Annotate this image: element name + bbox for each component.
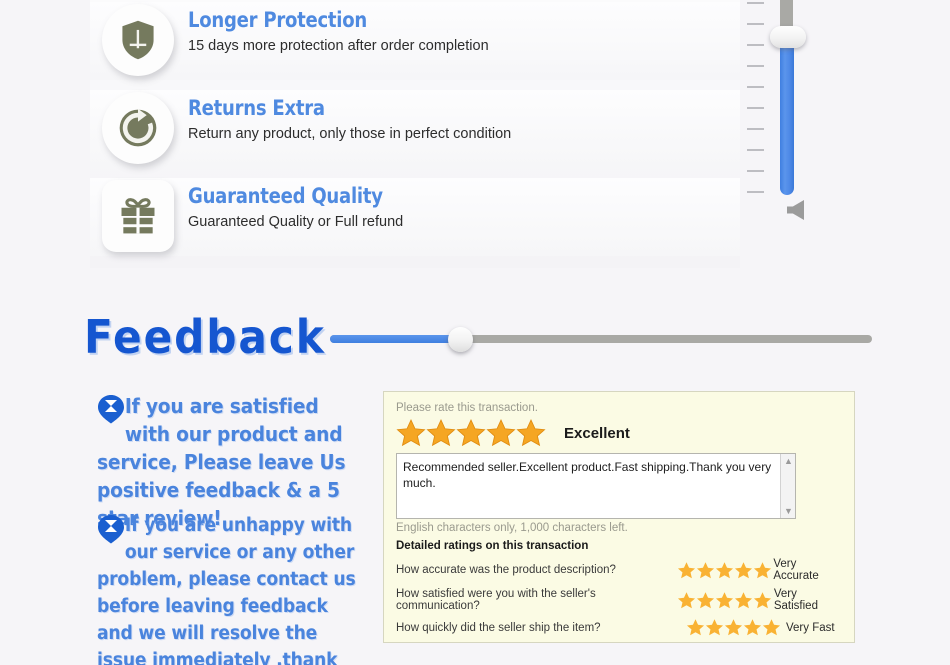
rating-stars[interactable] <box>677 591 774 610</box>
shield-icon <box>102 4 174 76</box>
review-scrollbar[interactable]: ▲ ▼ <box>780 454 795 518</box>
star-icon[interactable] <box>705 618 724 637</box>
guarantee-text-block: Guaranteed Quality Guaranteed Quality or… <box>188 184 728 232</box>
star-icon[interactable] <box>677 561 696 580</box>
feedback-message-negative: If you are unhappy with our service or a… <box>97 512 382 665</box>
overall-rating-label: Excellent <box>564 424 630 442</box>
volume-tick <box>747 23 764 25</box>
chevron-up-icon[interactable]: ▲ <box>781 454 796 468</box>
star-icon[interactable] <box>734 561 753 580</box>
star-icon[interactable] <box>486 418 516 448</box>
character-counter-note: English characters only, 1,000 character… <box>396 522 628 534</box>
feedback-heading: Feedback <box>84 310 326 364</box>
feedback-message-text: If you are satisfied with our product an… <box>97 394 346 530</box>
volume-tick <box>747 2 764 4</box>
volume-tick-marks <box>747 0 771 198</box>
guarantee-band: Longer Protection 15 days more protectio… <box>90 0 740 268</box>
overall-star-rating[interactable]: Excellent <box>396 418 842 448</box>
rating-value-label: Very Fast <box>786 621 835 634</box>
guarantee-title: Longer Protection <box>188 8 367 32</box>
guarantee-desc: Return any product, only those in perfec… <box>188 126 512 142</box>
star-icon[interactable] <box>715 561 734 580</box>
star-icon[interactable] <box>762 618 781 637</box>
guarantee-title: Guaranteed Quality <box>188 184 383 208</box>
rating-panel: Please rate this transaction. Excellent … <box>383 391 855 643</box>
detailed-ratings-heading: Detailed ratings on this transaction <box>396 540 589 552</box>
gift-box-icon <box>102 180 174 252</box>
review-textarea[interactable]: Recommended seller.Excellent product.Fas… <box>396 453 796 519</box>
rating-question: How accurate was the product description… <box>396 564 616 576</box>
star-icon[interactable] <box>715 591 734 610</box>
guarantee-text-block: Returns Extra Return any product, only t… <box>188 96 728 144</box>
rating-stars[interactable] <box>677 561 774 580</box>
star-icon[interactable] <box>396 418 426 448</box>
volume-slider[interactable] <box>740 0 860 240</box>
table-row: How quickly did the seller ship the item… <box>396 618 842 637</box>
guarantee-desc: 15 days more protection after order comp… <box>188 38 489 54</box>
volume-tick <box>747 107 764 109</box>
volume-tick <box>747 149 764 151</box>
volume-tick <box>747 44 764 46</box>
volume-slider-handle[interactable] <box>770 26 806 48</box>
volume-tick <box>747 65 764 67</box>
rating-stars[interactable] <box>686 618 786 637</box>
star-icon[interactable] <box>724 618 743 637</box>
volume-track-filled[interactable] <box>780 40 794 195</box>
volume-tick <box>747 128 764 130</box>
rating-value-label: Very Accurate <box>773 558 819 582</box>
star-icon[interactable] <box>696 561 715 580</box>
table-row: How accurate was the product description… <box>396 558 842 582</box>
horizontal-slider-handle[interactable] <box>448 327 473 352</box>
guarantee-row-longer-protection: Longer Protection 15 days more protectio… <box>90 2 740 80</box>
rating-question: How quickly did the seller ship the item… <box>396 621 601 634</box>
volume-tick <box>747 86 764 88</box>
star-icon[interactable] <box>456 418 486 448</box>
star-icon[interactable] <box>743 618 762 637</box>
star-icon[interactable] <box>426 418 456 448</box>
feedback-message-positive: If you are satisfied with our product an… <box>97 392 382 532</box>
guarantee-title: Returns Extra <box>188 96 325 120</box>
horizontal-slider[interactable] <box>330 327 872 352</box>
refresh-return-icon <box>102 92 174 164</box>
rate-prompt-label: Please rate this transaction. <box>396 402 538 414</box>
review-text-value[interactable]: Recommended seller.Excellent product.Fas… <box>403 459 781 491</box>
guarantee-text-block: Longer Protection 15 days more protectio… <box>188 8 728 56</box>
horizontal-slider-fill[interactable] <box>330 335 463 343</box>
feedback-message-text: If you are unhappy with our service or a… <box>97 515 356 665</box>
guarantee-row-guaranteed-quality: Guaranteed Quality Guaranteed Quality or… <box>90 178 740 256</box>
star-icon[interactable] <box>677 591 696 610</box>
star-icon[interactable] <box>753 591 772 610</box>
guarantee-row-returns-extra: Returns Extra Return any product, only t… <box>90 90 740 168</box>
volume-tick <box>747 191 764 193</box>
star-icon[interactable] <box>734 591 753 610</box>
table-row: How satisfied were you with the seller's… <box>396 588 842 612</box>
volume-tick <box>747 170 764 172</box>
star-icon[interactable] <box>753 561 772 580</box>
chevron-down-icon[interactable]: ▼ <box>781 504 796 518</box>
star-icon[interactable] <box>696 591 715 610</box>
page-root: Longer Protection 15 days more protectio… <box>0 0 950 665</box>
rating-question: How satisfied were you with the seller's… <box>396 588 596 612</box>
guarantee-desc: Guaranteed Quality or Full refund <box>188 214 404 230</box>
star-icon[interactable] <box>686 618 705 637</box>
star-icon[interactable] <box>516 418 546 448</box>
rating-value-label: Very Satisfied <box>773 588 818 612</box>
speaker-icon[interactable] <box>782 198 808 222</box>
